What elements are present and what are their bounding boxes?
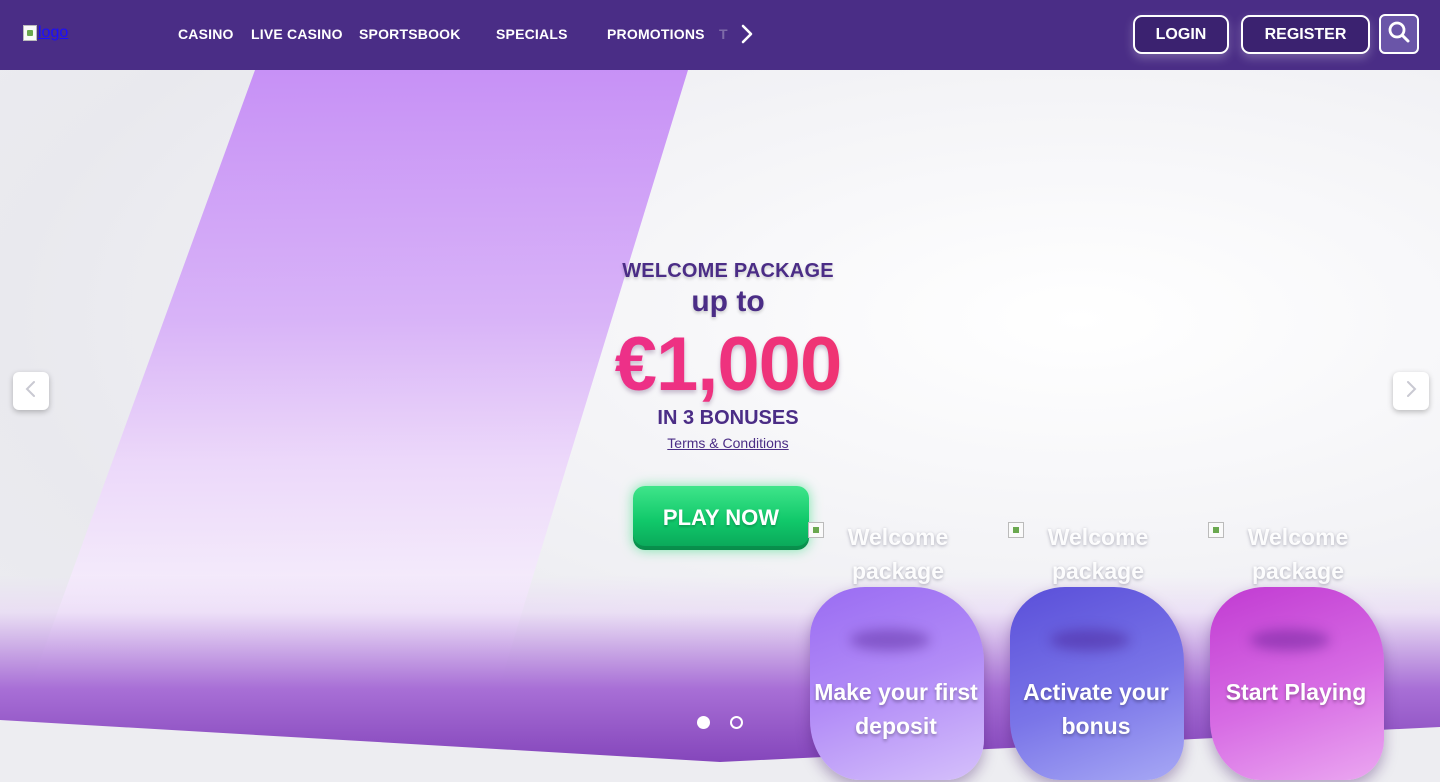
- chevron-left-icon: [23, 379, 39, 404]
- carousel-next-button[interactable]: [1393, 372, 1429, 410]
- nav-promotions[interactable]: PROMOTIONS: [607, 26, 705, 42]
- broken-image-icon: [808, 522, 824, 538]
- step-image-alt-text: Welcome package: [847, 524, 949, 584]
- carousel-dot-1[interactable]: [697, 716, 710, 729]
- carousel-prev-button[interactable]: [13, 372, 49, 410]
- broken-image-icon: [1008, 522, 1024, 538]
- carousel-dots: [697, 716, 743, 729]
- welcome-promo: WELCOME PACKAGE up to €1,000 IN 3 BONUSE…: [560, 260, 896, 451]
- carousel-dot-2[interactable]: [730, 716, 743, 729]
- search-icon: [1387, 20, 1411, 49]
- logo-alt-text: logo: [38, 24, 69, 41]
- broken-image-icon: [1208, 522, 1224, 538]
- nav-sportsbook[interactable]: SPORTSBOOK: [359, 26, 461, 42]
- nav-specials[interactable]: SPECIALS: [496, 26, 568, 42]
- chevron-right-icon[interactable]: [738, 22, 756, 46]
- promo-amount: €1,000: [560, 323, 896, 407]
- step-label: Make your first deposit: [814, 679, 978, 739]
- register-button[interactable]: REGISTER: [1241, 15, 1370, 54]
- step-card-play: Welcome package Start Playing: [1208, 520, 1388, 782]
- logo-link[interactable]: logo: [23, 24, 68, 42]
- nav-overflow-item[interactable]: T: [719, 26, 728, 42]
- broken-image-icon: [23, 25, 37, 41]
- step-image-alt-text: Welcome package: [1047, 524, 1149, 584]
- step-image-alt: Welcome package: [1208, 520, 1388, 590]
- promo-title: WELCOME PACKAGE: [622, 260, 834, 282]
- terms-link[interactable]: Terms & Conditions: [560, 435, 896, 451]
- play-now-button[interactable]: PLAY NOW: [633, 486, 809, 550]
- step-image-alt: Welcome package: [808, 520, 988, 590]
- search-button[interactable]: [1379, 14, 1419, 54]
- step-image-alt-text: Welcome package: [1247, 524, 1349, 584]
- nav-casino[interactable]: CASINO: [178, 26, 234, 42]
- top-header: logo CASINO LIVE CASINO SPORTSBOOK SPECI…: [0, 0, 1440, 70]
- nav-live-casino[interactable]: LIVE CASINO: [251, 26, 343, 42]
- step-label: Activate your bonus: [1023, 679, 1169, 739]
- step-card-deposit: Welcome package Make your first deposit: [808, 520, 988, 782]
- login-button[interactable]: LOGIN: [1133, 15, 1229, 54]
- promo-bonuses: IN 3 BONUSES: [657, 407, 799, 429]
- chevron-right-icon: [1403, 379, 1419, 404]
- step-image-alt: Welcome package: [1008, 520, 1188, 590]
- step-card-activate: Welcome package Activate your bonus: [1008, 520, 1188, 782]
- step-label: Start Playing: [1225, 679, 1367, 705]
- promo-upto: up to: [691, 285, 765, 318]
- hero-banner: WELCOME PACKAGE up to €1,000 IN 3 BONUSE…: [0, 70, 1440, 782]
